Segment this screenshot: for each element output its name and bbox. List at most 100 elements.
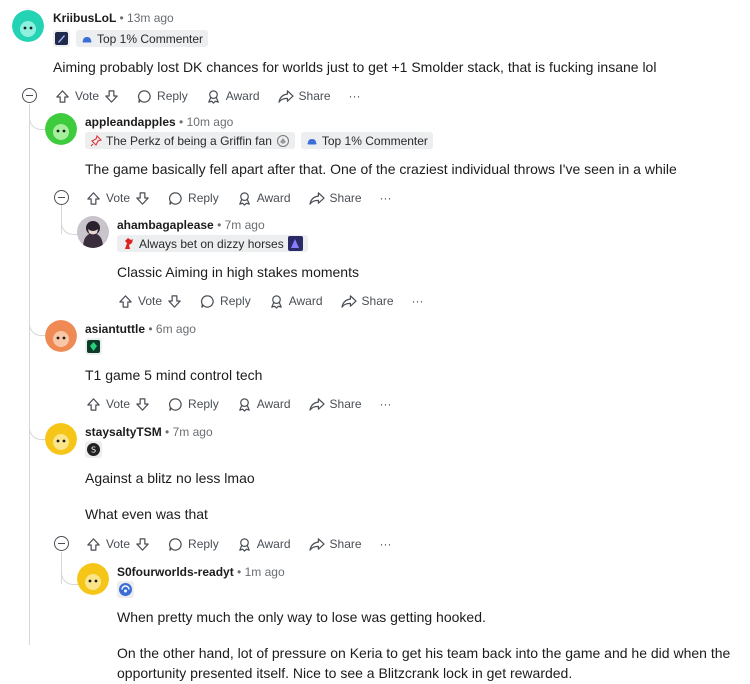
more-icon: ··· [411, 294, 424, 308]
comment-author[interactable]: KriibusLoL • 13m ago [53, 11, 174, 25]
user-flairs: Always bet on dizzy horses [117, 235, 308, 252]
award-button[interactable]: Award [206, 89, 260, 104]
reply-button[interactable]: Reply [168, 537, 219, 552]
reply-button[interactable]: Reply [137, 89, 188, 104]
downvote-icon[interactable] [135, 191, 150, 206]
reply-label: Reply [220, 294, 251, 308]
downvote-icon[interactable] [104, 89, 119, 104]
collapse-thread-button[interactable] [54, 190, 69, 205]
horse-icon [125, 238, 133, 249]
share-button[interactable]: Share [308, 191, 362, 206]
flair-image [117, 581, 134, 598]
meta-separator: • [237, 565, 245, 579]
award-icon [238, 397, 250, 412]
comment-author[interactable]: staysaltyTSM • 7m ago [85, 425, 213, 439]
downvote-icon[interactable] [135, 537, 150, 552]
vote-label: Vote [138, 294, 163, 308]
collapse-thread-button[interactable] [22, 88, 37, 103]
share-button[interactable]: Share [308, 397, 362, 412]
more-options-button[interactable]: ··· [349, 89, 361, 103]
downvote-icon[interactable] [135, 397, 150, 412]
vote-label: Vote [106, 191, 131, 205]
flair-label: Top 1% Commenter [321, 133, 428, 148]
username-link[interactable]: appleandapples [85, 115, 176, 129]
avatar[interactable] [12, 10, 44, 42]
top-commenter-icon [307, 138, 317, 144]
more-icon: ··· [348, 89, 361, 103]
award-button[interactable]: Award [269, 294, 323, 309]
avatar[interactable] [45, 423, 77, 455]
downvote-icon[interactable] [167, 294, 182, 309]
vote-label: Vote [75, 89, 100, 103]
avatar[interactable] [77, 216, 109, 248]
flair-image [85, 338, 102, 355]
more-options-button[interactable]: ··· [380, 537, 392, 551]
comment-author[interactable]: asiantuttle • 6m ago [85, 322, 196, 336]
avatar[interactable] [45, 113, 77, 145]
award-icon [207, 89, 219, 104]
upvote-button[interactable]: Vote [118, 294, 182, 309]
award-icon [238, 191, 250, 206]
flair-emote-icon [287, 236, 303, 251]
meta-separator: • [148, 322, 156, 336]
comment-body: Against a blitz no less lmao [85, 470, 255, 486]
meta-separator: • [217, 218, 225, 232]
reply-button[interactable]: Reply [168, 191, 219, 206]
share-icon [340, 294, 357, 308]
reply-label: Reply [188, 191, 219, 205]
meta-separator: • [119, 11, 128, 25]
upvote-button[interactable]: Vote [86, 191, 150, 206]
reply-label: Reply [157, 89, 188, 103]
comment-time: 7m ago [172, 425, 213, 439]
upvote-button[interactable]: Vote [86, 397, 150, 412]
share-button[interactable]: Share [308, 537, 362, 552]
username-link[interactable]: staysaltyTSM [85, 425, 162, 439]
award-label: Award [288, 294, 323, 308]
top-commenter-icon [82, 36, 92, 42]
reply-button[interactable]: Reply [200, 294, 251, 309]
vote-label: Vote [106, 537, 131, 551]
share-button[interactable]: Share [277, 89, 331, 104]
username-link[interactable]: ahambagaplease [117, 218, 214, 232]
comment-time: 13m ago [127, 11, 174, 25]
award-button[interactable]: Award [237, 397, 291, 412]
reply-button[interactable]: Reply [168, 397, 219, 412]
comment-actions: Vote Reply Award Share ··· [55, 86, 379, 106]
more-icon: ··· [379, 191, 392, 205]
comment-time: 1m ago [244, 565, 285, 579]
upvote-icon [56, 89, 69, 103]
share-button[interactable]: Share [340, 294, 394, 309]
comment-time: 6m ago [155, 322, 196, 336]
flair-badge: Always bet on dizzy horses [117, 235, 308, 252]
user-flairs [117, 581, 134, 598]
collapse-thread-button[interactable] [54, 536, 69, 551]
comment-author[interactable]: appleandapples • 10m ago [85, 115, 233, 129]
user-flairs: S [85, 441, 102, 458]
more-options-button[interactable]: ··· [380, 191, 392, 205]
upvote-button[interactable]: Vote [86, 537, 150, 552]
username-link[interactable]: KriibusLoL [53, 11, 116, 25]
svg-text:S: S [91, 446, 96, 455]
user-flairs: Top 1% Commenter [53, 30, 209, 47]
user-flairs [85, 338, 102, 355]
avatar[interactable] [77, 563, 109, 595]
flair-image: S [85, 441, 102, 458]
comment-actions: Vote Reply Award Share ··· [86, 394, 410, 414]
award-icon [270, 294, 282, 309]
award-button[interactable]: Award [237, 191, 291, 206]
more-options-button[interactable]: ··· [380, 397, 392, 411]
thread-line [29, 105, 30, 645]
comment-body: Aiming probably lost DK chances for worl… [53, 59, 657, 75]
more-options-button[interactable]: ··· [412, 294, 424, 308]
upvote-button[interactable]: Vote [55, 89, 119, 104]
comment-author[interactable]: S0fourworlds-readyt • 1m ago [117, 565, 285, 579]
username-link[interactable]: S0fourworlds-readyt [117, 565, 234, 579]
more-icon: ··· [379, 397, 392, 411]
username-link[interactable]: asiantuttle [85, 322, 145, 336]
award-button[interactable]: Award [237, 537, 291, 552]
avatar[interactable] [45, 320, 77, 352]
award-label: Award [225, 89, 260, 103]
comment-author[interactable]: ahambagaplease • 7m ago [117, 218, 265, 232]
flair-badge: The Perkz of being a Griffin fan [85, 132, 295, 149]
upvote-icon [87, 537, 100, 551]
